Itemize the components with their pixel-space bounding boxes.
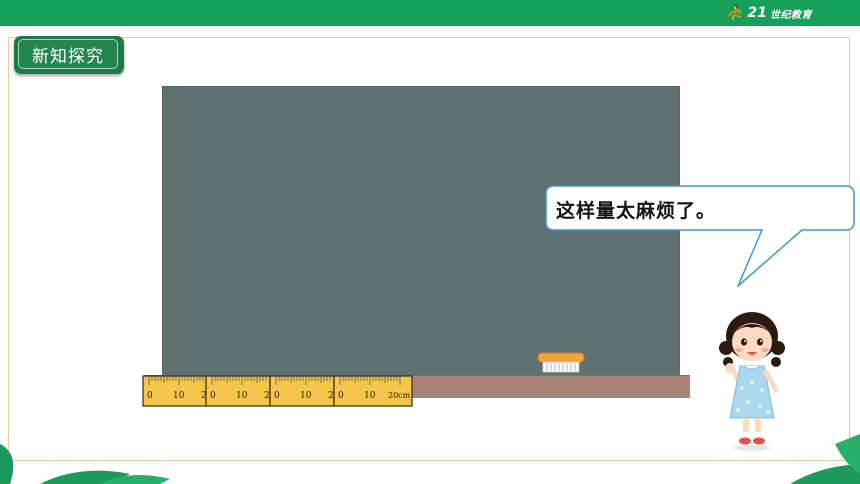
ruler-tick-label: 10 [364,391,376,401]
ruler-1: 0 10 2 [142,375,208,407]
runner-icon: ⛹ [725,4,745,22]
girl-character-icon [719,312,785,451]
ruler-tick-label: 10 [300,391,312,401]
ruler-4: 0 10 20cm [333,375,413,407]
section-title: 新知探究 [32,46,104,67]
ruler-tick-label: 10 [173,391,185,401]
ruler-tick-label: 2 [264,391,270,401]
ruler-tick-label: 0 [338,391,344,401]
section-tag: 新知探究 [14,36,124,74]
brand-logo: ⛹ 21 世纪教育 [726,4,812,22]
ruler-tick-label: 10 [236,391,248,401]
eraser-icon [537,352,585,373]
ruler-tick-label: 0 [147,391,153,401]
rulers: 0 10 2 0 10 2 0 10 2 0 10 20cm [142,375,413,407]
ruler-2: 0 10 2 [205,375,271,407]
brand-mark: 21 [747,5,767,21]
ruler-tick-label: 0 [210,391,216,401]
ruler-3: 0 10 2 [269,375,335,407]
ruler-tick-label: 2 [328,391,334,401]
speech-text: 这样量太麻烦了。 [556,200,717,222]
brand-name: 世纪教育 [770,9,812,21]
section-tag-inner: 新知探究 [18,39,118,69]
ruler-tick-label: 0 [274,391,280,401]
ruler-tick-label: 20cm [388,391,411,400]
top-header-bar: ⛹ 21 世纪教育 [0,0,860,26]
